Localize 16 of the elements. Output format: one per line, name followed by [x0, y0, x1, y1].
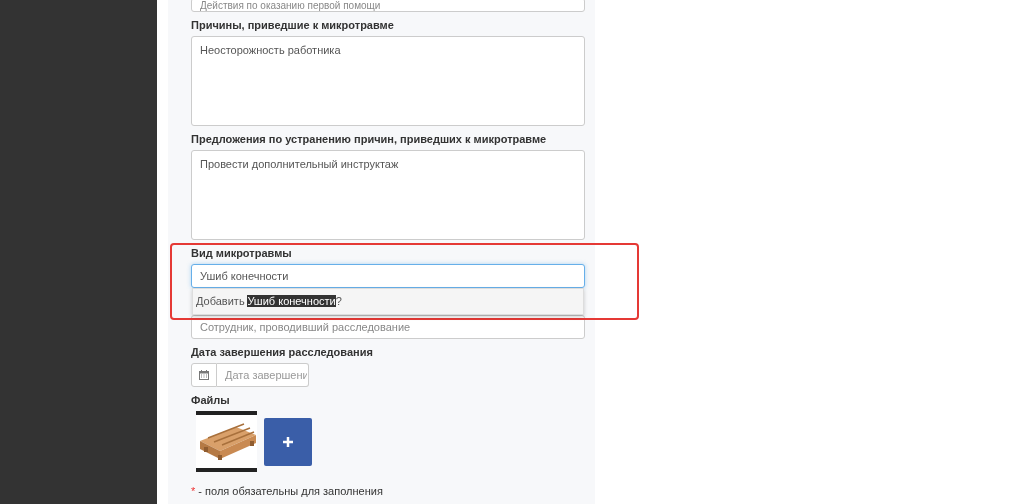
- calendar-icon: [199, 370, 209, 380]
- text-area[interactable]: Провести дополнительный инструктаж: [191, 150, 585, 240]
- add-file-button[interactable]: [264, 417, 312, 466]
- field-label: Вид микротравмы: [191, 247, 293, 260]
- input-field[interactable]: Ушиб конечности: [191, 264, 585, 288]
- calendar-button[interactable]: [191, 363, 217, 387]
- input-field[interactable]: Действия по оказанию первой помощи: [191, 0, 585, 12]
- text-area[interactable]: Неосторожность работника: [191, 36, 585, 126]
- field-label: Причины, приведшие к микротравме: [191, 19, 395, 32]
- input-field[interactable]: Сотрудник, проводивший расследование: [191, 315, 585, 339]
- field-label: Дата завершения расследования: [191, 346, 374, 359]
- plus-icon: [283, 436, 293, 447]
- suggestion-item[interactable]: Добавить Ушиб конечности?: [196, 295, 580, 308]
- required-note: * - поля обязательны для заполнения: [191, 485, 384, 498]
- field-label: Предложения по устранению причин, приведших к микротравме: [191, 133, 548, 146]
- section-label: Файлы: [191, 394, 231, 407]
